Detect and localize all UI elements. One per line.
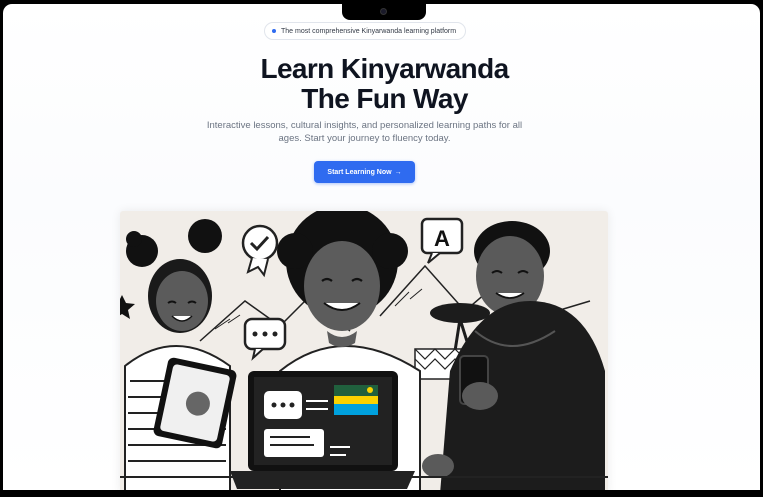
chat-ellipsis-icon <box>243 317 287 361</box>
letter-a-speech-icon: A <box>420 217 464 264</box>
device-frame: The most comprehensive Kinyarwanda learn… <box>0 0 763 497</box>
star-icon <box>120 295 135 319</box>
badge-dot-icon <box>272 29 276 33</box>
girl-figure <box>124 219 237 490</box>
illustration-svg: A <box>120 211 608 490</box>
speech-bubble-letter: A <box>434 226 450 251</box>
hero-title-line-1: Learn Kinyarwanda <box>260 53 509 84</box>
tagline-badge: The most comprehensive Kinyarwanda learn… <box>264 22 466 40</box>
badge-text: The most comprehensive Kinyarwanda learn… <box>281 27 457 35</box>
browser-viewport: The most comprehensive Kinyarwanda learn… <box>3 4 760 490</box>
checkmark-badge-icon <box>241 224 279 278</box>
hero-title: Learn Kinyarwanda The Fun Way <box>183 54 586 114</box>
hero-title-line-2: The Fun Way <box>301 83 468 114</box>
camera-notch <box>342 4 426 20</box>
hero-subtitle: Interactive lessons, cultural insights, … <box>206 120 523 144</box>
hero-illustration: A <box>120 211 608 490</box>
start-learning-button[interactable]: Start Learning Now → <box>314 161 415 183</box>
arrow-right-icon: → <box>394 168 402 176</box>
start-learning-label: Start Learning Now <box>327 168 392 176</box>
rwanda-flag-icon <box>334 385 378 415</box>
laptop <box>230 371 415 489</box>
camera-icon <box>380 8 387 15</box>
